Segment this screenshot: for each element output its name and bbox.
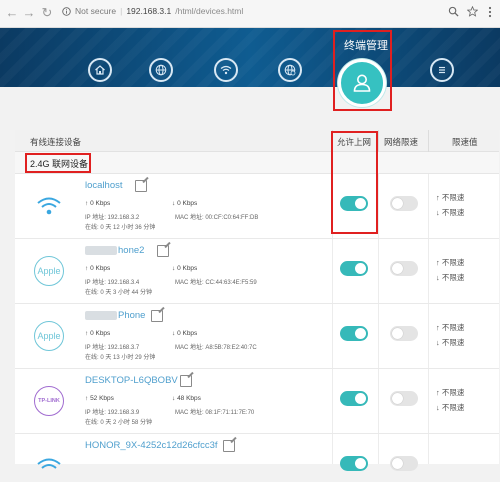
forward-arrow-icon[interactable]: → bbox=[22, 6, 36, 20]
table-row: TP-LINK DESKTOP-L6QBOBV ↑ 52 Kbps ↓ 48 K… bbox=[15, 369, 499, 434]
menu-icon[interactable] bbox=[430, 58, 454, 82]
col-limit-value: 限速值 bbox=[452, 137, 478, 147]
back-arrow-icon[interactable]: ← bbox=[5, 6, 19, 20]
edit-icon[interactable] bbox=[135, 180, 147, 192]
apple-icon: Apple bbox=[34, 256, 64, 286]
browser-toolbar: ← → ↻ Not secure | 192.168.3.1/html/devi… bbox=[0, 0, 500, 28]
ip-address: IP 地址: 192.168.3.7 bbox=[85, 345, 140, 351]
zoom-icon[interactable] bbox=[448, 6, 459, 17]
wifi-icon bbox=[34, 191, 64, 221]
device-name[interactable]: hone2 bbox=[85, 245, 144, 256]
edit-icon[interactable] bbox=[151, 310, 163, 322]
ip-address: IP 地址: 192.168.3.9 bbox=[85, 410, 140, 416]
bookmark-star-icon[interactable] bbox=[467, 6, 478, 17]
allow-internet-toggle[interactable] bbox=[340, 261, 368, 276]
band-header: 2.4G 联网设备 bbox=[15, 152, 499, 174]
limit-up: 不限速 bbox=[441, 323, 465, 332]
device-name[interactable]: DESKTOP-L6QBOBV bbox=[85, 375, 178, 386]
speed-limit-toggle[interactable] bbox=[390, 261, 418, 276]
terminal-management-button[interactable] bbox=[338, 59, 386, 107]
table-row: localhost ↑ 0 Kbps ↓ 0 Kbps IP 地址: 192.1… bbox=[15, 174, 499, 239]
edit-icon[interactable] bbox=[157, 245, 169, 257]
device-name[interactable]: Phone bbox=[85, 310, 145, 321]
terminal-management-label: 终端管理 bbox=[344, 40, 388, 52]
download-speed: 48 Kbps bbox=[177, 395, 201, 402]
info-icon[interactable] bbox=[62, 6, 71, 16]
upload-speed: 0 Kbps bbox=[90, 200, 111, 207]
upload-speed: 52 Kbps bbox=[90, 395, 114, 402]
device-name[interactable]: localhost bbox=[85, 180, 123, 191]
band-label: 2.4G 联网设备 bbox=[30, 159, 89, 169]
wifi-icon[interactable] bbox=[214, 58, 238, 82]
edit-icon[interactable] bbox=[223, 440, 235, 452]
device-name[interactable]: HONOR_9X-4252c12d26cfcc3f bbox=[85, 440, 218, 451]
limit-down: 不限速 bbox=[441, 403, 465, 412]
reload-icon[interactable]: ↻ bbox=[40, 6, 54, 20]
download-speed: 0 Kbps bbox=[177, 330, 198, 337]
online-time: 在线: 0 天 12 小时 36 分钟 bbox=[85, 225, 156, 231]
download-speed: 0 Kbps bbox=[177, 265, 198, 272]
upload-speed: 0 Kbps bbox=[90, 330, 111, 337]
address-bar[interactable]: Not secure | 192.168.3.1/html/devices.ht… bbox=[62, 6, 243, 16]
col-device: 有线连接设备 bbox=[30, 137, 82, 147]
limit-down: 不限速 bbox=[441, 338, 465, 347]
edit-icon[interactable] bbox=[180, 375, 192, 387]
browser-menu-icon[interactable] bbox=[487, 6, 493, 18]
allow-internet-toggle[interactable] bbox=[340, 326, 368, 341]
mac-address: MAC 地址: 08:1F:71:11:7E:70 bbox=[175, 410, 255, 416]
tp-link-icon: TP-LINK bbox=[34, 386, 64, 416]
mac-address: MAC 地址: CC:44:63:4E:F5:59 bbox=[175, 280, 257, 286]
limit-up: 不限速 bbox=[441, 388, 465, 397]
mac-address: MAC 地址: A8:5B:78:E2:40:7C bbox=[175, 345, 257, 351]
col-speed-limit: 网络限速 bbox=[384, 137, 419, 147]
table-row: Apple Phone ↑ 0 Kbps ↓ 0 Kbps IP 地址: 192… bbox=[15, 304, 499, 369]
upload-speed: 0 Kbps bbox=[90, 265, 111, 272]
table-row: Apple hone2 ↑ 0 Kbps ↓ 0 Kbps IP 地址: 192… bbox=[15, 239, 499, 304]
speed-limit-toggle[interactable] bbox=[390, 326, 418, 341]
globe-settings-icon[interactable] bbox=[278, 58, 302, 82]
table-header: 有线连接设备 允许上网 网络限速 限速值 bbox=[15, 130, 499, 152]
home-icon[interactable] bbox=[88, 58, 112, 82]
speed-limit-toggle[interactable] bbox=[390, 391, 418, 406]
online-time: 在线: 0 天 3 小时 44 分钟 bbox=[85, 290, 153, 296]
allow-internet-toggle[interactable] bbox=[340, 391, 368, 406]
limit-up: 不限速 bbox=[441, 193, 465, 202]
allow-internet-toggle[interactable] bbox=[340, 196, 368, 211]
limit-down: 不限速 bbox=[441, 208, 465, 217]
router-header bbox=[0, 28, 500, 87]
download-speed: 0 Kbps bbox=[177, 200, 198, 207]
url-host: 192.168.3.1 bbox=[126, 6, 172, 16]
ip-address: IP 地址: 192.168.3.4 bbox=[85, 280, 140, 286]
url-path: /html/devices.html bbox=[175, 6, 244, 16]
mac-address: MAC 地址: 00:CF:C0:64:FF:DB bbox=[175, 215, 259, 221]
globe-icon[interactable] bbox=[149, 58, 173, 82]
online-time: 在线: 0 天 2 小时 58 分钟 bbox=[85, 420, 153, 426]
user-icon bbox=[353, 74, 371, 92]
speed-limit-toggle[interactable] bbox=[390, 196, 418, 211]
wifi-icon bbox=[34, 452, 64, 482]
apple-icon: Apple bbox=[34, 321, 64, 351]
limit-down: 不限速 bbox=[441, 273, 465, 282]
online-time: 在线: 0 天 13 小时 29 分钟 bbox=[85, 355, 156, 361]
ip-address: IP 地址: 192.168.3.2 bbox=[85, 215, 140, 221]
limit-up: 不限速 bbox=[441, 258, 465, 267]
not-secure-label: Not secure bbox=[75, 6, 117, 16]
table-row: HONOR_9X-4252c12d26cfcc3f bbox=[15, 434, 499, 471]
col-allow-internet: 允许上网 bbox=[337, 137, 372, 147]
